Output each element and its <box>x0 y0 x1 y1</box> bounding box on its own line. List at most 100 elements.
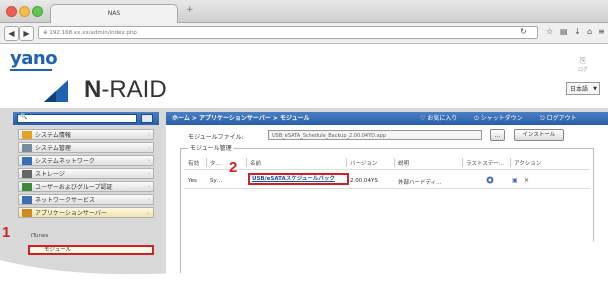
language-value: 日本語 <box>570 86 589 93</box>
tab-bar: NAS + <box>0 0 608 23</box>
column-header-last-status[interactable]: ラストステー… <box>466 159 504 167</box>
brand-logo: yano <box>10 48 58 69</box>
reload-icon[interactable]: ↻ <box>520 27 527 36</box>
n-raid-logo-icon <box>44 80 68 102</box>
column-divider <box>462 158 463 167</box>
sidebar-item-label: ユーザーおよびグループ認証 <box>35 184 113 191</box>
bookmark-star-icon[interactable]: ☆ <box>546 27 553 36</box>
sidebar-item-system-info[interactable]: システム情報 › <box>18 129 154 140</box>
module-name-link[interactable]: USB/eSATAスケジュールバック <box>248 173 349 185</box>
sidebar-item-application-server[interactable]: アプリケーションサーバー ⌄ <box>18 207 154 218</box>
logout-top-link[interactable]: ⎋ ログアウト <box>540 112 577 125</box>
close-window-button[interactable] <box>6 6 17 17</box>
shutdown-label: シャットダウン <box>480 115 523 122</box>
search-icon: 🔍 <box>20 113 28 120</box>
favorites-icon: ♡ <box>420 115 426 122</box>
main-header-bar: ホーム > アプリケーションサーバー > モジュール ♡ お気に入り ⏻ シャッ… <box>166 112 608 125</box>
home-icon[interactable]: ⌂ <box>587 27 592 36</box>
column-divider <box>206 158 207 167</box>
chevron-right-icon: › <box>148 197 150 203</box>
delete-icon[interactable]: ✕ <box>524 177 529 184</box>
install-button[interactable]: インストール <box>514 129 564 141</box>
tab-title: NAS <box>107 10 121 17</box>
cell-type: Sy… <box>210 178 223 184</box>
logout-icon: ⎘ <box>579 56 587 65</box>
info-icon <box>22 131 32 139</box>
network-icon <box>22 157 32 165</box>
column-header-action[interactable]: アクション <box>514 159 541 167</box>
chevron-right-icon: › <box>148 132 150 138</box>
new-tab-button[interactable]: + <box>186 5 194 15</box>
chevron-down-icon: ⌄ <box>145 210 150 216</box>
favorites-link[interactable]: ♡ お気に入り <box>420 112 457 125</box>
sidebar-item-label: システム情報 <box>35 132 71 139</box>
download-icon[interactable]: ↓ <box>574 27 581 36</box>
bottom-fade-overlay <box>0 240 608 306</box>
sidebar-item-label: システム管理 <box>35 145 71 152</box>
clipboard-icon[interactable]: ▤ <box>560 27 568 36</box>
step-marker-2: 2 <box>229 159 238 176</box>
sidebar-item-system-network[interactable]: システムネットワーク › <box>18 155 154 166</box>
column-divider <box>346 158 347 167</box>
product-suffix: -RAID <box>101 76 167 103</box>
column-header-version[interactable]: バージョン <box>350 159 377 167</box>
menu-icon[interactable]: ≡ <box>598 27 605 36</box>
favorites-label: お気に入り <box>427 115 458 122</box>
module-file-label: モジュールファイル: <box>188 134 244 141</box>
sidebar-item-label: ストレージ <box>35 171 65 178</box>
column-divider <box>510 158 511 167</box>
tools-icon <box>22 144 32 152</box>
cell-enabled: Yes <box>188 178 197 184</box>
sidebar-item-network-services[interactable]: ネットワークサービス › <box>18 194 154 205</box>
logout-door-icon: ⎋ <box>540 115 545 122</box>
power-icon: ⏻ <box>474 115 479 122</box>
table-row-divider <box>184 188 590 189</box>
logout-link[interactable]: ⎘ ログ <box>578 56 588 73</box>
tab-nas[interactable]: NAS <box>50 4 178 23</box>
cell-version: 2.00.04YS <box>350 178 378 184</box>
column-divider <box>394 158 395 167</box>
brand-underline <box>10 69 52 71</box>
details-icon[interactable]: ▣ <box>512 177 518 184</box>
browse-button[interactable]: … <box>490 129 505 141</box>
column-header-description[interactable]: 説明 <box>398 159 409 167</box>
back-button[interactable]: ◀ <box>4 26 19 41</box>
product-name: N-RAID <box>84 76 167 104</box>
address-bar[interactable]: ⊕ 192.168.xx.xx/admin/index.php <box>38 26 538 39</box>
network-service-icon <box>22 196 32 204</box>
minimize-window-button[interactable] <box>19 6 30 17</box>
module-file-input[interactable]: USB_eSATA_Schedule_Backup_2.00.04YD.app <box>268 130 482 140</box>
zoom-window-button[interactable] <box>32 6 43 17</box>
app-header: yano N-RAID ⎘ ログ 日本語 ▼ <box>0 44 608 108</box>
sidebar-item-label: アプリケーションサーバー <box>35 210 107 217</box>
sidebar-item-label: ネットワークサービス <box>35 197 96 204</box>
column-divider <box>246 158 247 167</box>
column-header-enabled[interactable]: 有効 <box>188 159 199 167</box>
sidebar-collapse-button[interactable] <box>141 114 153 123</box>
storage-icon <box>22 170 32 178</box>
shutdown-link[interactable]: ⏻ シャットダウン <box>474 112 523 125</box>
section-title: モジュール管理 <box>188 143 234 152</box>
chevron-right-icon: › <box>148 171 150 177</box>
sidebar-search-input[interactable]: 🔍 <box>17 113 137 123</box>
logout-top-label: ログアウト <box>546 115 577 122</box>
sidebar-item-users-groups[interactable]: ユーザーおよびグループ認証 › <box>18 181 154 192</box>
column-header-name[interactable]: 名前 <box>250 159 261 167</box>
language-select[interactable]: 日本語 ▼ <box>566 82 600 95</box>
chevron-right-icon: › <box>148 145 150 151</box>
app-server-icon <box>22 209 32 217</box>
navigation-bar: ◀ ▶ ⊕ 192.168.xx.xx/admin/index.php ↻ ☆ … <box>0 23 608 44</box>
sidebar-item-label: システムネットワーク <box>35 158 95 165</box>
sidebar-item-storage[interactable]: ストレージ › <box>18 168 154 179</box>
sidebar-search-bar: 🔍 <box>13 112 159 125</box>
browser-window: NAS + ◀ ▶ ⊕ 192.168.xx.xx/admin/index.ph… <box>0 0 608 306</box>
users-icon <box>22 183 32 191</box>
cell-description: 外部ハードディ… <box>398 180 442 186</box>
logout-label: ログ <box>578 67 589 73</box>
chevron-down-icon: ▼ <box>593 86 597 92</box>
forward-button[interactable]: ▶ <box>19 26 34 41</box>
sidebar-item-system-admin[interactable]: システム管理 › <box>18 142 154 153</box>
product-prefix: N <box>84 76 102 103</box>
status-icon <box>486 176 494 184</box>
column-header-type[interactable]: タ… <box>210 159 221 167</box>
